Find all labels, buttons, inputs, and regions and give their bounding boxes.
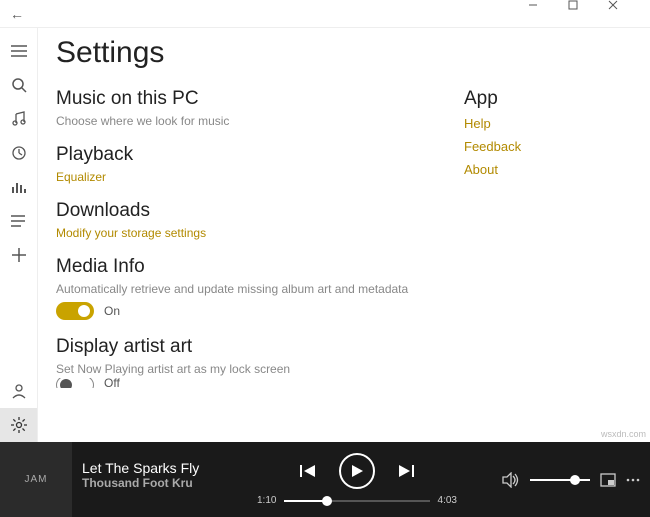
watermark: wsxdn.com — [601, 429, 646, 439]
storage-settings-link[interactable]: Modify your storage settings — [56, 226, 424, 240]
previous-track-button[interactable] — [299, 464, 317, 478]
help-link[interactable]: Help — [464, 116, 634, 131]
playlist-icon[interactable] — [0, 204, 37, 238]
toggle-label: Off — [104, 378, 120, 388]
mini-player-icon[interactable] — [600, 473, 616, 487]
nav-rail — [0, 28, 38, 442]
section-heading: Playback — [56, 144, 424, 166]
progress-slider[interactable] — [284, 500, 429, 502]
titlebar: ← — [0, 0, 650, 28]
section-description: Set Now Playing artist art as my lock sc… — [56, 362, 424, 376]
section-app: App Help Feedback About — [464, 88, 634, 177]
elapsed-time: 1:10 — [257, 495, 276, 506]
more-icon[interactable] — [626, 473, 640, 487]
close-button[interactable] — [608, 0, 648, 28]
equalizer-link[interactable]: Equalizer — [56, 170, 424, 184]
feedback-link[interactable]: Feedback — [464, 139, 634, 154]
minimize-button[interactable] — [528, 0, 568, 28]
settings-icon[interactable] — [0, 408, 37, 442]
now-playing-bars-icon[interactable] — [0, 170, 37, 204]
artist-art-toggle[interactable] — [56, 378, 94, 388]
section-heading: Display artist art — [56, 336, 424, 358]
progress-thumb[interactable] — [322, 496, 332, 506]
settings-main: Settings Music on this PC Choose where w… — [38, 28, 650, 442]
hamburger-icon[interactable] — [0, 34, 37, 68]
music-note-icon[interactable] — [0, 102, 37, 136]
section-playback: Playback Equalizer — [56, 144, 424, 184]
back-button[interactable]: ← — [2, 6, 32, 22]
section-music-on-pc: Music on this PC Choose where we look fo… — [56, 88, 424, 128]
volume-thumb[interactable] — [570, 475, 580, 485]
volume-icon[interactable] — [502, 472, 520, 488]
track-artist: Thousand Foot Kru — [82, 476, 214, 490]
track-info[interactable]: Let The Sparks Fly Thousand Foot Kru — [72, 442, 222, 517]
add-icon[interactable] — [0, 238, 37, 272]
search-icon[interactable] — [0, 68, 37, 102]
section-description: Automatically retrieve and update missin… — [56, 282, 424, 296]
account-icon[interactable] — [0, 374, 37, 408]
track-title: Let The Sparks Fly — [82, 460, 214, 476]
page-title: Settings — [56, 36, 634, 70]
media-info-toggle[interactable] — [56, 302, 94, 320]
section-heading: Music on this PC — [56, 88, 424, 110]
section-description: Choose where we look for music — [56, 114, 424, 128]
about-link[interactable]: About — [464, 162, 634, 177]
section-heading: App — [464, 88, 634, 110]
toggle-label: On — [104, 304, 120, 318]
section-downloads: Downloads Modify your storage settings — [56, 200, 424, 240]
next-track-button[interactable] — [397, 464, 415, 478]
volume-slider[interactable] — [530, 479, 590, 481]
recent-icon[interactable] — [0, 136, 37, 170]
maximize-button[interactable] — [568, 0, 608, 28]
player-bar: JAM Let The Sparks Fly Thousand Foot Kru… — [0, 442, 650, 517]
total-duration: 4:03 — [438, 495, 457, 506]
section-media-info: Media Info Automatically retrieve and up… — [56, 256, 424, 320]
play-button[interactable] — [339, 453, 375, 489]
album-art[interactable]: JAM — [0, 442, 72, 517]
section-heading: Media Info — [56, 256, 424, 278]
section-heading: Downloads — [56, 200, 424, 222]
section-artist-art: Display artist art Set Now Playing artis… — [56, 336, 424, 388]
